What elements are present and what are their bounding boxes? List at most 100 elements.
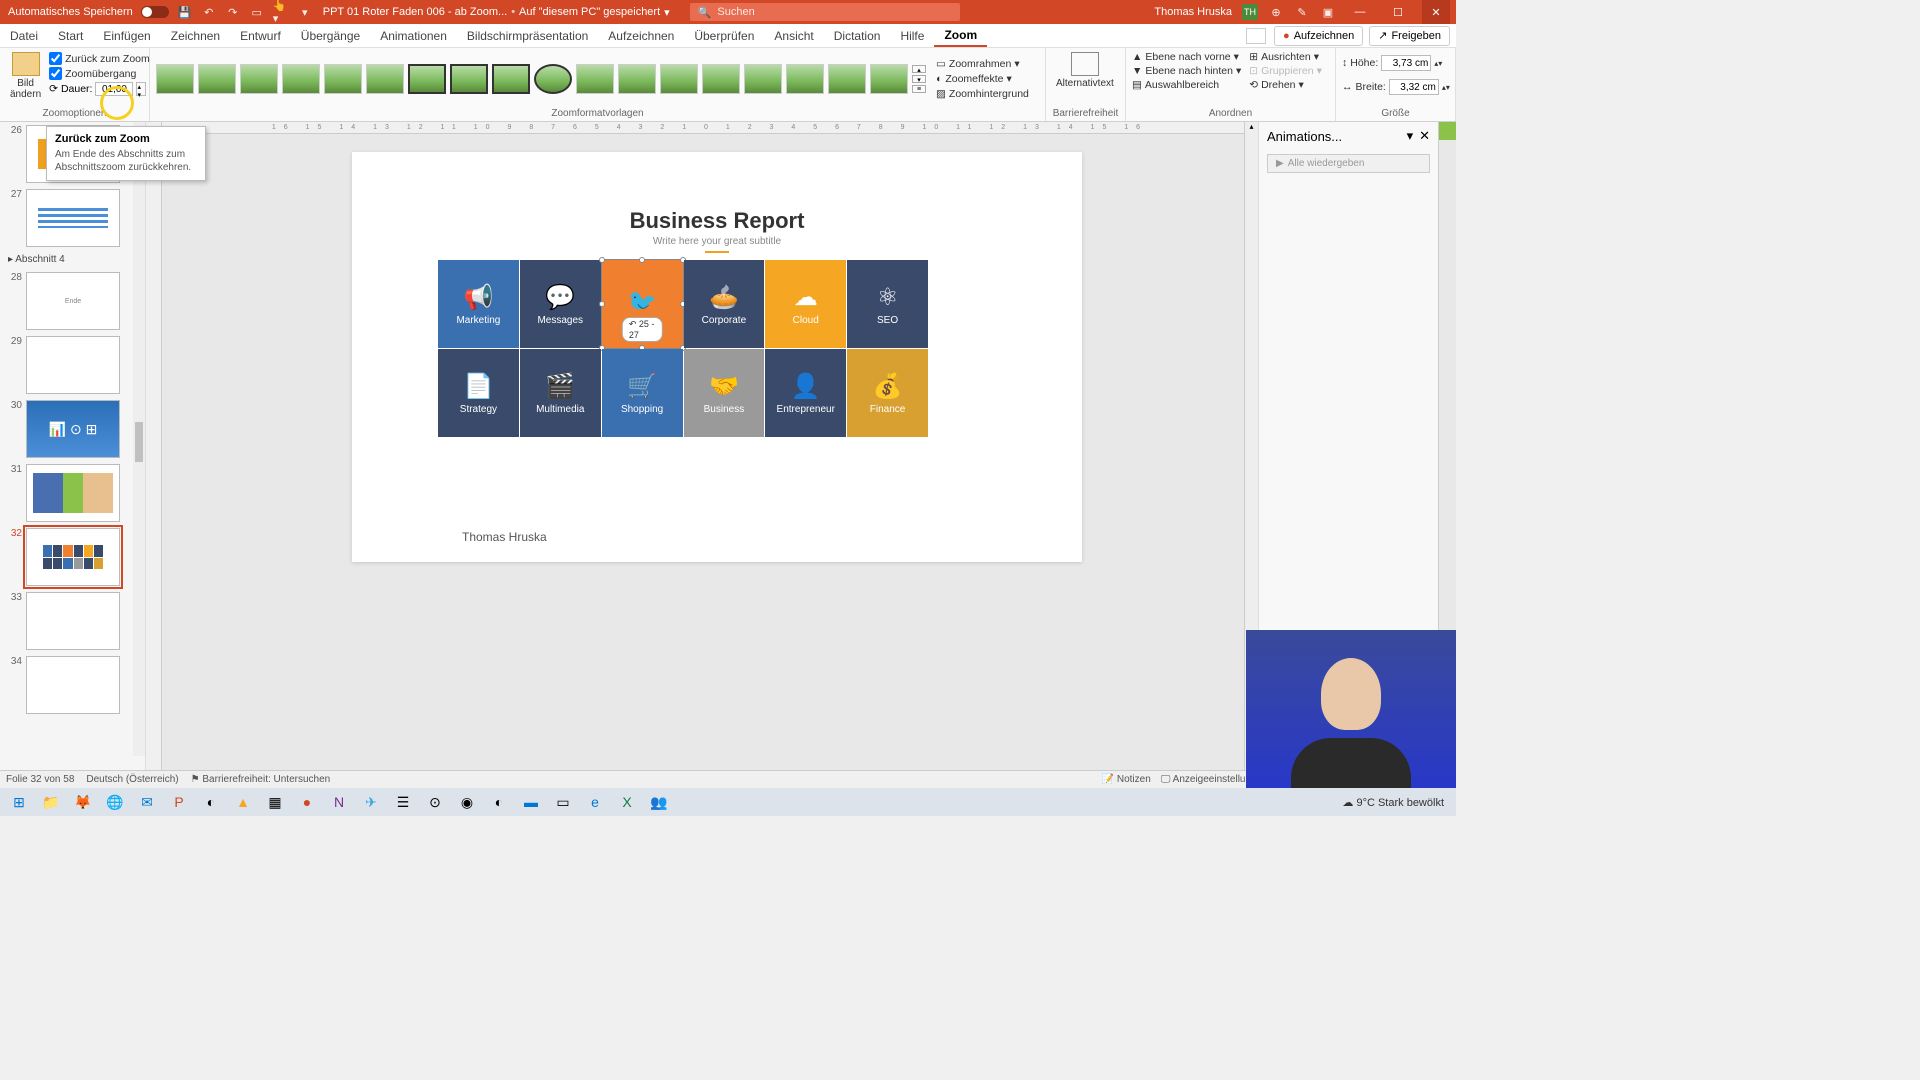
slide-thumbnails[interactable]: 26 27 ▸ Abschnitt 4 28Ende 29 30📊 ⊙ ⊞ 31… xyxy=(0,122,146,770)
save-icon[interactable]: 💾 xyxy=(177,4,193,20)
search-box[interactable]: 🔍 Suchen xyxy=(690,3,960,21)
thumb-34[interactable] xyxy=(26,656,120,714)
style-item[interactable] xyxy=(702,64,740,94)
ausrichten-button[interactable]: ⊞ Ausrichten ▾ xyxy=(1249,51,1322,63)
alternativtext-button[interactable]: Alternativtext xyxy=(1052,50,1118,91)
section-header[interactable]: ▸ Abschnitt 4 xyxy=(0,250,145,269)
auswahlbereich-button[interactable]: ▤ Auswahlbereich xyxy=(1132,79,1241,91)
app-icon[interactable]: ● xyxy=(292,790,322,814)
tab-hilfe[interactable]: Hilfe xyxy=(890,24,934,47)
app-icon[interactable]: ⊙ xyxy=(420,790,450,814)
tab-dictation[interactable]: Dictation xyxy=(824,24,891,47)
tile-Marketing[interactable]: 📢Marketing xyxy=(438,260,519,348)
app-icon[interactable]: ◐ xyxy=(484,790,514,814)
tile-Corporate[interactable]: 🥧Corporate xyxy=(684,260,765,348)
zoom-uebergang-checkbox[interactable]: Zoomübergang xyxy=(49,67,150,80)
tab-bildschirm[interactable]: Bildschirmpräsentation xyxy=(457,24,598,47)
thumb-27[interactable] xyxy=(26,189,120,247)
ebene-hinten-button[interactable]: ▼ Ebene nach hinten ▾ xyxy=(1132,65,1241,77)
thumb-29[interactable] xyxy=(26,336,120,394)
autosave-toggle[interactable] xyxy=(141,6,169,18)
tile-Entrepreneur[interactable]: 👤Entrepreneur xyxy=(765,349,846,437)
freigeben-button[interactable]: ↗Freigeben xyxy=(1369,26,1450,46)
explorer-icon[interactable]: 📁 xyxy=(36,790,66,814)
style-item[interactable] xyxy=(324,64,362,94)
app-icon[interactable]: ◉ xyxy=(452,790,482,814)
style-item[interactable] xyxy=(828,64,866,94)
qat-more-icon[interactable]: ▾ xyxy=(297,4,313,20)
slide-title[interactable]: Business Report xyxy=(352,208,1082,234)
style-item[interactable] xyxy=(786,64,824,94)
edge-icon[interactable]: e xyxy=(580,790,610,814)
drehen-button[interactable]: ⟲ Drehen ▾ xyxy=(1249,79,1322,91)
app-icon[interactable]: ▭ xyxy=(548,790,578,814)
dauer-input[interactable] xyxy=(95,82,133,96)
tile-SEO[interactable]: ⚛SEO xyxy=(847,260,928,348)
redo-icon[interactable]: ↷ xyxy=(225,4,241,20)
language[interactable]: Deutsch (Österreich) xyxy=(86,774,178,785)
notizen-button[interactable]: 📝 Notizen xyxy=(1102,774,1151,785)
tab-ansicht[interactable]: Ansicht xyxy=(764,24,823,47)
teams-icon[interactable]: 👥 xyxy=(644,790,674,814)
style-item[interactable] xyxy=(618,64,656,94)
minimize-button[interactable]: — xyxy=(1346,0,1374,24)
coming-soon-icon[interactable]: ⊕ xyxy=(1268,4,1284,20)
tab-start[interactable]: Start xyxy=(48,24,93,47)
chevron-down-icon[interactable]: ▾ xyxy=(1407,128,1414,144)
thumb-31[interactable] xyxy=(26,464,120,522)
tile-Cloud[interactable]: ☁Cloud xyxy=(765,260,846,348)
style-item[interactable] xyxy=(660,64,698,94)
app-icon[interactable]: ▲ xyxy=(228,790,258,814)
tab-datei[interactable]: Datei xyxy=(0,24,48,47)
slideshow-icon[interactable]: ▭ xyxy=(249,4,265,20)
app-icon[interactable]: ▬ xyxy=(516,790,546,814)
comments-icon[interactable] xyxy=(1246,28,1266,44)
app-icon[interactable]: ◐ xyxy=(196,790,226,814)
user-name[interactable]: Thomas Hruska xyxy=(1154,6,1232,18)
selection-handle[interactable] xyxy=(639,257,645,263)
style-item[interactable] xyxy=(156,64,194,94)
start-icon[interactable]: ⊞ xyxy=(4,790,34,814)
tile-Finance[interactable]: 💰Finance xyxy=(847,349,928,437)
zoom-style-gallery[interactable]: ▴▾≡ xyxy=(156,64,926,94)
zoomeffekte-button[interactable]: ◐ Zoomeffekte ▾ xyxy=(936,73,1029,85)
maximize-button[interactable]: ☐ xyxy=(1384,0,1412,24)
chrome-icon[interactable]: 🌐 xyxy=(100,790,130,814)
tab-aufzeichnen[interactable]: Aufzeichnen xyxy=(598,24,684,47)
aufzeichnen-button[interactable]: ●Aufzeichnen xyxy=(1274,26,1363,46)
selection-handle[interactable] xyxy=(599,301,605,307)
zoomhintergrund-button[interactable]: ▨ Zoomhintergrund xyxy=(936,88,1029,100)
thumb-28[interactable]: Ende xyxy=(26,272,120,330)
style-item[interactable] xyxy=(450,64,488,94)
style-item[interactable] xyxy=(744,64,782,94)
tile-Business[interactable]: 🤝Business xyxy=(684,349,765,437)
ebene-vorne-button[interactable]: ▲ Ebene nach vorne ▾ xyxy=(1132,51,1241,63)
tile-selected[interactable]: 🐦↶ 25 - 27 xyxy=(602,260,683,348)
undo-icon[interactable]: ↶ xyxy=(201,4,217,20)
style-item[interactable] xyxy=(366,64,404,94)
tab-entwurf[interactable]: Entwurf xyxy=(230,24,291,47)
app-icon[interactable]: ▦ xyxy=(260,790,290,814)
style-item[interactable] xyxy=(870,64,908,94)
chevron-down-icon[interactable]: ▾ xyxy=(664,6,670,19)
draw-icon[interactable]: ✎ xyxy=(1294,4,1310,20)
selection-handle[interactable] xyxy=(599,257,605,263)
slide-subtitle[interactable]: Write here your great subtitle xyxy=(352,236,1082,253)
tab-einfuegen[interactable]: Einfügen xyxy=(93,24,160,47)
thumbs-scrollbar[interactable] xyxy=(133,122,145,756)
style-item[interactable] xyxy=(534,64,572,94)
tab-ueberpruefen[interactable]: Überprüfen xyxy=(684,24,764,47)
dauer-spinner[interactable]: ▴▾ xyxy=(136,82,146,96)
dauer-field[interactable]: ⟳Dauer: ▴▾ xyxy=(49,82,150,96)
outlook-icon[interactable]: ✉ xyxy=(132,790,162,814)
zoomrahmen-button[interactable]: ▭ Zoomrahmen ▾ xyxy=(936,58,1029,70)
close-button[interactable]: ✕ xyxy=(1422,0,1450,24)
gallery-more[interactable]: ▴▾≡ xyxy=(912,65,926,93)
window-icon[interactable]: ▣ xyxy=(1320,4,1336,20)
breite-field[interactable]: ↔ Breite: ▴▾ xyxy=(1342,79,1450,95)
thumb-32[interactable] xyxy=(26,528,120,586)
tiles-grid[interactable]: 📢Marketing💬Messages🐦↶ 25 - 27🥧Corporate☁… xyxy=(438,260,928,437)
tile-Messages[interactable]: 💬Messages xyxy=(520,260,601,348)
excel-icon[interactable]: X xyxy=(612,790,642,814)
touch-icon[interactable]: 👆▾ xyxy=(273,4,289,20)
